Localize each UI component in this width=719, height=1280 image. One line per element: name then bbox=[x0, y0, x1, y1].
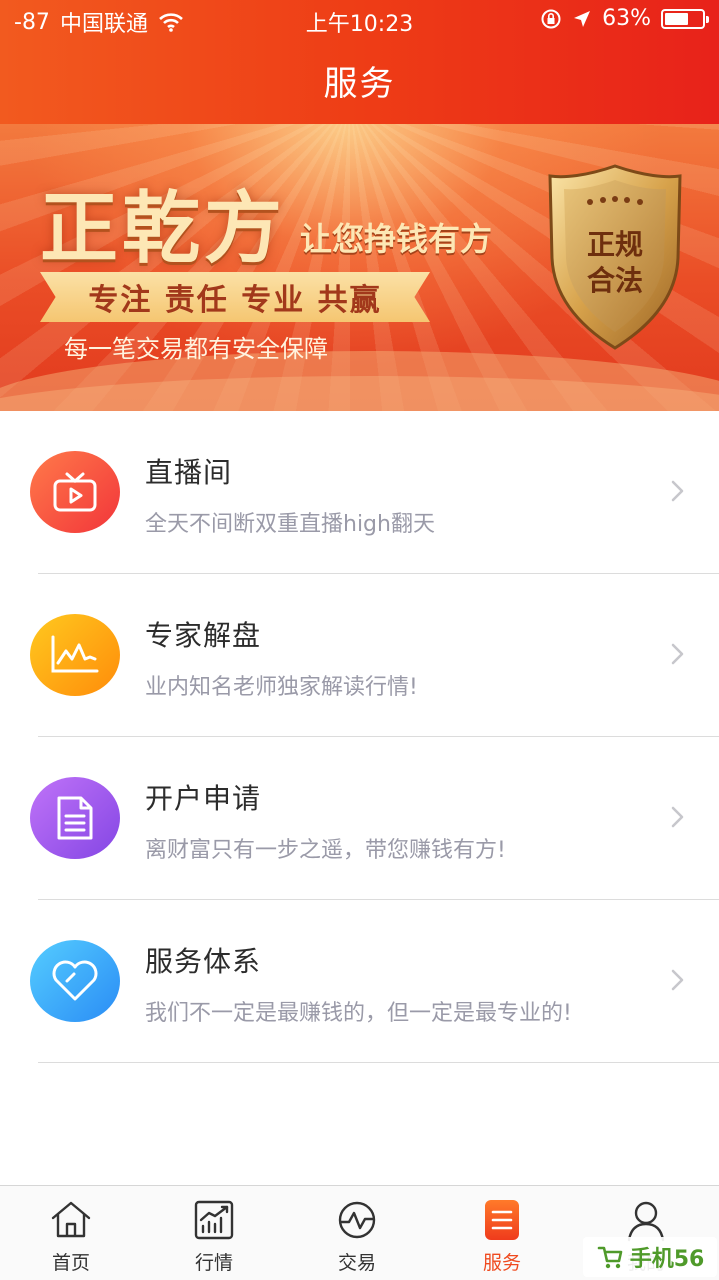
safety-text: 每一笔交易都有安全保障 bbox=[64, 335, 328, 363]
chevron-right-icon bbox=[671, 806, 684, 828]
service-item-open-account[interactable]: 开户申请 离财富只有一步之遥，带您赚钱有方! bbox=[0, 737, 719, 900]
item-subtitle: 业内知名老师独家解读行情! bbox=[145, 675, 418, 700]
user-icon bbox=[627, 1201, 665, 1242]
page-title: 服务 bbox=[323, 64, 396, 104]
battery-fill bbox=[665, 12, 688, 25]
item-title: 开户申请 bbox=[145, 782, 262, 815]
tab-label: 行情 bbox=[194, 1252, 233, 1274]
item-title: 专家解盘 bbox=[145, 619, 262, 652]
shield-icon: 正规 合法 bbox=[548, 164, 682, 350]
battery-percent: 63% bbox=[602, 6, 651, 31]
trade-icon bbox=[338, 1201, 376, 1239]
tab-trade[interactable]: 交易 bbox=[307, 1198, 407, 1278]
tab-label: 服务 bbox=[482, 1252, 521, 1274]
tv-icon bbox=[53, 472, 97, 512]
item-title: 直播间 bbox=[145, 456, 233, 489]
market-icon bbox=[194, 1200, 234, 1240]
heart-icon bbox=[52, 960, 98, 1001]
shield-text-bottom: 合法 bbox=[587, 264, 643, 297]
home-icon bbox=[51, 1201, 91, 1238]
service-icon bbox=[485, 1200, 519, 1240]
service-list: 直播间 全天不间断双重直播high翻天 专家解盘 业内知名老师独家解读行情! 开… bbox=[0, 411, 719, 1063]
values-ribbon: 专注 责任 专业 共赢 bbox=[40, 272, 430, 322]
document-icon bbox=[57, 796, 93, 840]
watermark: 手机56 bbox=[583, 1237, 717, 1277]
account-icon-circle bbox=[30, 777, 120, 859]
location-arrow-icon bbox=[574, 10, 591, 27]
tab-label: 首页 bbox=[51, 1252, 90, 1274]
status-bar: -87 中国联通 上午10:23 63% bbox=[0, 0, 719, 40]
service-item-live-room[interactable]: 直播间 全天不间断双重直播high翻天 bbox=[0, 411, 719, 574]
item-subtitle: 离财富只有一步之遥，带您赚钱有方! bbox=[145, 838, 506, 863]
header: -87 中国联通 上午10:23 63% 服务 bbox=[0, 0, 719, 124]
expert-icon-circle bbox=[30, 614, 120, 696]
service-item-expert-analysis[interactable]: 专家解盘 业内知名老师独家解读行情! bbox=[0, 574, 719, 737]
battery-icon bbox=[661, 8, 709, 29]
live-room-icon-circle bbox=[30, 451, 120, 533]
values-text: 专注 责任 专业 共赢 bbox=[88, 283, 382, 318]
brand-name: 正乾方 bbox=[40, 183, 287, 274]
brand-slogan: 让您挣钱有方 bbox=[300, 220, 493, 258]
tab-market[interactable]: 行情 bbox=[164, 1198, 264, 1278]
chart-icon bbox=[51, 635, 99, 673]
promo-banner[interactable]: 正乾方 让您挣钱有方 专注 责任 专业 共赢 每一笔交易都有安全保障 正规 合法 bbox=[0, 124, 719, 411]
status-right: 63% bbox=[540, 6, 709, 31]
chevron-right-icon bbox=[671, 480, 684, 502]
service-item-service-system[interactable]: 服务体系 我们不一定是最赚钱的，但一定是最专业的! bbox=[0, 900, 719, 1063]
service-system-icon-circle bbox=[30, 940, 120, 1022]
item-title: 服务体系 bbox=[145, 945, 262, 978]
item-subtitle: 全天不间断双重直播high翻天 bbox=[145, 512, 435, 537]
tab-service[interactable]: 服务 bbox=[452, 1198, 552, 1278]
divider bbox=[38, 1062, 719, 1063]
watermark-text: 手机56 bbox=[629, 1247, 705, 1272]
chevron-right-icon bbox=[671, 969, 684, 991]
tab-label: 交易 bbox=[337, 1252, 376, 1274]
item-subtitle: 我们不一定是最赚钱的，但一定是最专业的! bbox=[145, 1001, 572, 1026]
shield-text-top: 正规 bbox=[587, 228, 643, 261]
orientation-lock-icon bbox=[541, 9, 561, 28]
cart-logo-icon bbox=[597, 1246, 622, 1269]
tab-home[interactable]: 首页 bbox=[21, 1198, 121, 1278]
chevron-right-icon bbox=[671, 643, 684, 665]
